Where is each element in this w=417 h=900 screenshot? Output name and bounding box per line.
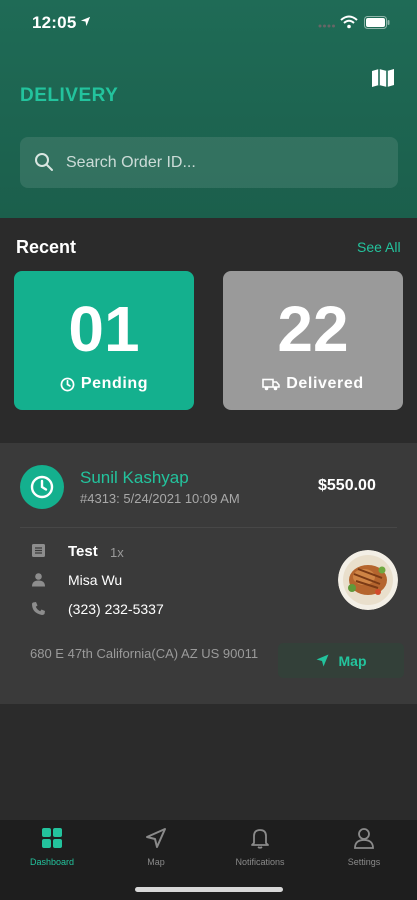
tab-settings[interactable]: Settings [312,827,416,867]
receipt-icon [32,544,45,557]
pending-count: 01 [68,293,140,365]
pending-label: Pending [80,375,149,392]
recent-heading: Recent [16,237,77,257]
map-button[interactable] [370,66,396,90]
bell-icon [251,829,269,849]
delivered-label: Delivered [286,375,364,392]
tab-map[interactable]: Map [104,827,208,867]
delivered-label-row: Delivered [223,375,403,393]
food-image [338,550,398,610]
status-time: 12:05 [32,13,77,32]
truck-icon [262,378,281,390]
clock-icon [60,377,75,391]
tab-label: Notifications [235,857,285,867]
search-bar[interactable] [20,137,398,188]
phone-icon [32,602,45,615]
see-all-link[interactable]: See All [357,239,401,255]
item-name: Test [68,543,98,560]
tab-dashboard[interactable]: Dashboard [0,827,104,867]
divider [20,527,397,528]
person-icon [32,573,45,587]
item-quantity: 1x [110,545,124,560]
order-price: $550.00 [318,477,376,494]
battery-icon [364,16,390,29]
delivered-card[interactable]: 22 Delivered [223,271,403,410]
tab-label: Settings [347,857,381,867]
location-arrow-icon [80,16,91,27]
clock-icon [30,475,54,499]
order-status-avatar [20,465,64,509]
status-bar: 12:05 [0,0,417,46]
dashboard-icon [42,828,62,848]
navigation-icon [146,828,166,848]
tab-label: Dashboard [29,857,75,867]
order-meta: #4313: 5/24/2021 10:09 AM [80,491,240,506]
navigation-icon [316,654,328,667]
pending-label-row: Pending [14,375,194,393]
phone-number[interactable]: (323) 232-5337 [68,601,164,617]
home-indicator[interactable] [135,887,283,892]
customer-name: Sunil Kashyap [80,468,189,487]
search-icon [35,153,53,171]
page-title: DELIVERY [20,85,119,106]
delivered-count: 22 [277,293,349,365]
user-icon [354,828,374,849]
contact-name: Misa Wu [68,572,123,588]
delivery-address: 680 E 47th California(CA) AZ US 90011 [30,646,259,661]
search-input[interactable] [66,137,386,188]
pending-card[interactable]: 01 Pending [14,271,194,410]
tab-notifications[interactable]: Notifications [208,827,312,867]
map-icon [372,69,394,87]
tab-label: Map [147,857,165,867]
open-map-button[interactable]: Map [278,643,404,678]
wifi-icon [340,15,358,29]
open-map-label: Map [338,652,367,669]
cellular-signal-icon [318,24,335,28]
